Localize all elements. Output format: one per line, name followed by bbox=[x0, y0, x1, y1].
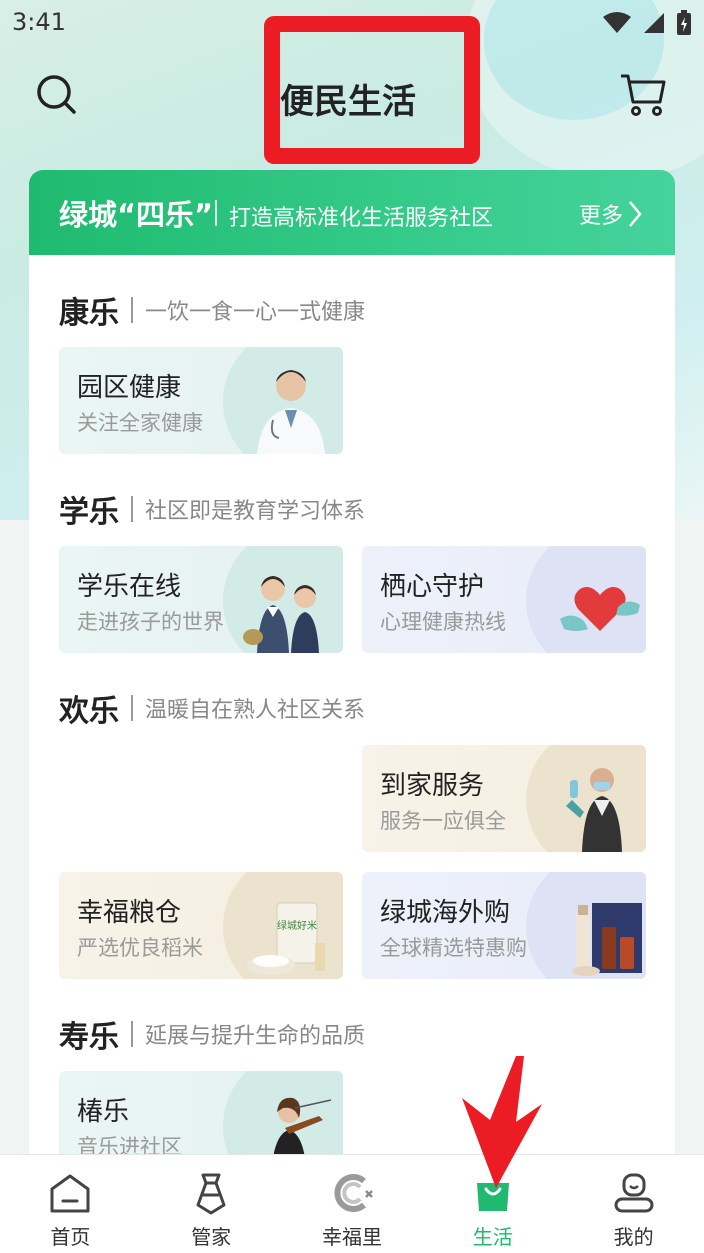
tile-title: 栖心守护 bbox=[380, 572, 485, 602]
tile-title: 椿乐 bbox=[77, 1097, 130, 1127]
section-title: 欢乐 bbox=[59, 694, 119, 729]
tile-subtitle: 服务一应俱全 bbox=[380, 809, 506, 833]
tile-title: 到家服务 bbox=[380, 771, 485, 801]
tile-subtitle: 走进孩子的世界 bbox=[77, 610, 224, 634]
rice-bag-text: 绿城好米 bbox=[277, 919, 317, 932]
section-title: 康乐 bbox=[59, 296, 119, 331]
more-label: 更多 bbox=[579, 204, 624, 229]
section-kangle: 康乐 一饮一食一心一式健康 bbox=[59, 288, 365, 332]
banner-title: 绿城“四乐” bbox=[59, 198, 214, 232]
tile-home-service[interactable]: 到家服务 服务一应俱全 bbox=[362, 745, 646, 852]
bottom-nav: 首页 管家 幸福里 生活 我的 bbox=[0, 1154, 704, 1253]
butler-icon bbox=[196, 1173, 226, 1215]
section-subtitle: 延展与提升生命的品质 bbox=[145, 1024, 366, 1049]
tile-title: 园区健康 bbox=[77, 373, 182, 403]
section-shoule: 寿乐 延展与提升生命的品质 bbox=[59, 1012, 365, 1056]
tile-title: 幸福粮仓 bbox=[77, 898, 182, 928]
more-link[interactable]: 更多 bbox=[579, 198, 643, 230]
nav-label: 我的 bbox=[613, 1225, 654, 1249]
page-title: 便民生活 bbox=[280, 82, 416, 122]
tile-title: 学乐在线 bbox=[77, 572, 182, 602]
section-subtitle: 社区即是教育学习体系 bbox=[145, 499, 366, 524]
tile-xuele-online[interactable]: 学乐在线 走进孩子的世界 bbox=[59, 546, 343, 653]
section-title: 寿乐 bbox=[59, 1020, 119, 1055]
home-icon bbox=[50, 1174, 90, 1213]
status-icons bbox=[602, 10, 692, 36]
section-xuele: 学乐 社区即是教育学习体系 bbox=[59, 487, 365, 531]
xingfuli-icon bbox=[334, 1174, 373, 1212]
services-card: 绿城“四乐” 打造高标准化生活服务社区 更多 康乐 一饮一食一心一式健康 园区健… bbox=[29, 170, 675, 1170]
tile-overseas-shopping[interactable]: 绿城海外购 全球精选特惠购 bbox=[362, 872, 646, 979]
profile-icon bbox=[614, 1173, 654, 1213]
section-subtitle: 温暖自在熟人社区关系 bbox=[145, 698, 366, 723]
cosmetics-image bbox=[572, 903, 642, 976]
nav-label: 幸福里 bbox=[321, 1225, 382, 1249]
chevron-right-icon bbox=[629, 201, 642, 227]
app-header: 便民生活 bbox=[0, 16, 704, 164]
nav-label: 管家 bbox=[191, 1225, 232, 1249]
nav-home[interactable]: 首页 bbox=[0, 1155, 141, 1253]
cart-icon bbox=[621, 74, 666, 116]
tile-title: 绿城海外购 bbox=[380, 898, 511, 928]
tile-happy-granary[interactable]: 幸福粮仓 严选优良稻米 绿城好米 bbox=[59, 872, 343, 979]
nav-xingfuli[interactable]: 幸福里 bbox=[282, 1155, 423, 1253]
search-icon bbox=[37, 75, 76, 114]
tile-park-health[interactable]: 园区健康 关注全家健康 bbox=[59, 347, 343, 454]
heart-hands-image bbox=[560, 587, 640, 631]
doctor-image bbox=[257, 370, 325, 454]
section-subtitle: 一饮一食一心一式健康 bbox=[145, 300, 366, 325]
tile-subtitle: 心理健康热线 bbox=[380, 610, 506, 634]
search-button[interactable] bbox=[34, 72, 80, 118]
cart-button[interactable] bbox=[618, 70, 668, 118]
nav-label: 生活 bbox=[472, 1225, 513, 1249]
banner-divider bbox=[215, 200, 217, 226]
tile-mind-guard[interactable]: 栖心守护 心理健康热线 bbox=[362, 546, 646, 653]
battery-icon bbox=[677, 10, 691, 35]
status-time: 3:41 bbox=[12, 8, 66, 36]
section-huanle: 欢乐 温暖自在熟人社区关系 bbox=[59, 686, 365, 730]
tile-subtitle: 关注全家健康 bbox=[77, 411, 203, 435]
tile-subtitle: 严选优良稻米 bbox=[77, 936, 203, 960]
rice-image: 绿城好米 bbox=[247, 902, 325, 975]
nav-mine[interactable]: 我的 bbox=[563, 1155, 704, 1253]
signal-icon bbox=[644, 13, 664, 33]
children-image bbox=[243, 576, 319, 653]
tile-subtitle: 全球精选特惠购 bbox=[380, 936, 527, 960]
cleaner-image bbox=[566, 768, 622, 852]
annotation-arrow bbox=[462, 1056, 542, 1188]
banner-subtitle: 打造高标准化生活服务社区 bbox=[229, 206, 494, 231]
wifi-icon bbox=[603, 12, 631, 33]
section-title: 学乐 bbox=[59, 495, 119, 530]
nav-butler[interactable]: 管家 bbox=[141, 1155, 282, 1253]
four-joys-banner: 绿城“四乐” 打造高标准化生活服务社区 更多 bbox=[29, 170, 675, 255]
nav-label: 首页 bbox=[50, 1225, 91, 1249]
